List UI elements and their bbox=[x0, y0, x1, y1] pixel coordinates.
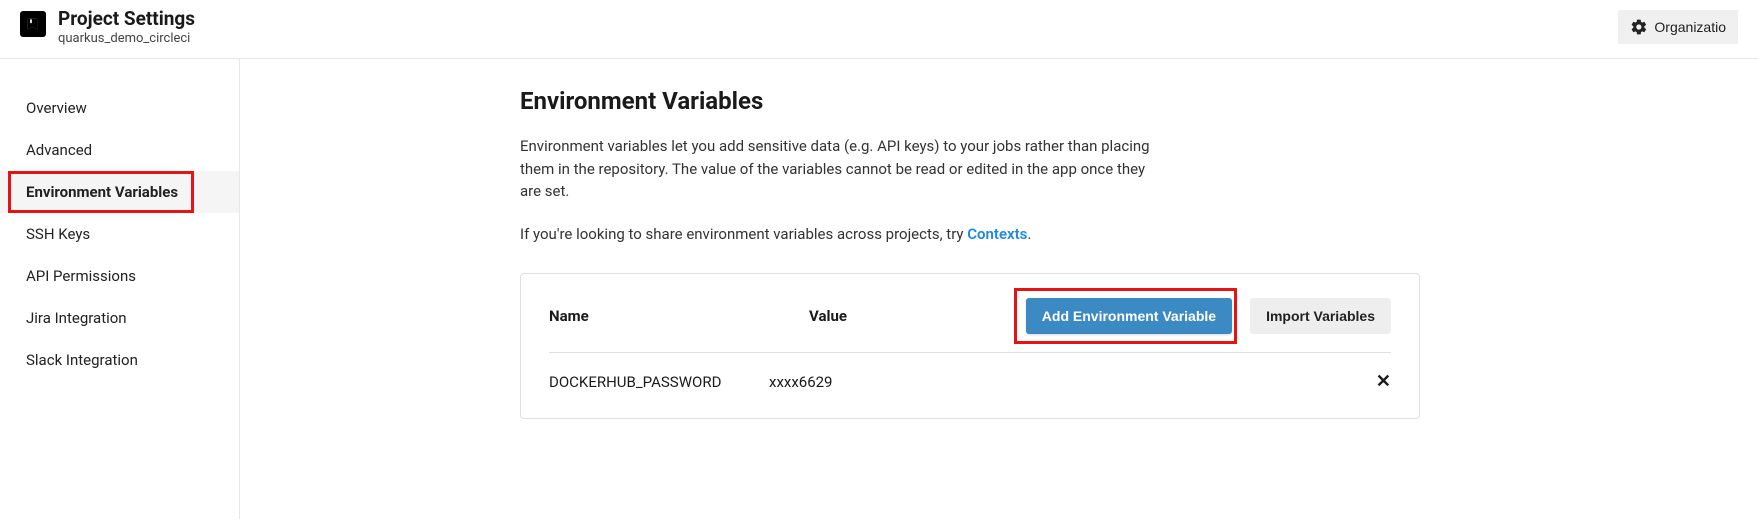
table-row: DOCKERHUB_PASSWORD xxxx6629 ✕ bbox=[549, 353, 1391, 410]
sidebar-item-jira-integration[interactable]: Jira Integration bbox=[0, 297, 239, 339]
share-text-suffix: . bbox=[1027, 225, 1031, 243]
project-icon bbox=[20, 11, 46, 37]
table-header-row: Name Value bbox=[549, 307, 1026, 325]
main-content: Environment Variables Environment variab… bbox=[0, 59, 1758, 519]
sidebar-item-api-permissions[interactable]: API Permissions bbox=[0, 255, 239, 297]
sidebar-item-environment-variables[interactable]: Environment Variables bbox=[0, 171, 239, 213]
env-vars-card: Name Value Add Environment Variable Impo… bbox=[520, 273, 1420, 419]
topbar-left: Project Settings quarkus_demo_circleci bbox=[20, 8, 195, 46]
topbar: Project Settings quarkus_demo_circleci O… bbox=[0, 0, 1758, 59]
organization-settings-button[interactable]: Organizatio bbox=[1618, 10, 1738, 44]
import-variables-button[interactable]: Import Variables bbox=[1250, 298, 1391, 334]
card-actions: Add Environment Variable Import Variable… bbox=[1026, 298, 1391, 334]
close-icon[interactable]: ✕ bbox=[1376, 371, 1391, 392]
sidebar: Overview Advanced Environment Variables … bbox=[0, 59, 240, 519]
page-header-subtitle: quarkus_demo_circleci bbox=[58, 31, 195, 47]
page-title: Environment Variables bbox=[520, 87, 1420, 115]
organization-button-label: Organizatio bbox=[1654, 19, 1726, 35]
column-header-value: Value bbox=[809, 307, 1026, 325]
sidebar-item-slack-integration[interactable]: Slack Integration bbox=[0, 339, 239, 381]
page-header-title: Project Settings bbox=[58, 8, 195, 31]
header-texts: Project Settings quarkus_demo_circleci bbox=[58, 8, 195, 46]
gear-icon bbox=[1630, 18, 1648, 36]
share-contexts-text: If you're looking to share environment v… bbox=[520, 223, 1160, 246]
sidebar-item-advanced[interactable]: Advanced bbox=[0, 129, 239, 171]
env-var-remove: ✕ bbox=[1361, 371, 1391, 392]
layout: Overview Advanced Environment Variables … bbox=[0, 59, 1758, 519]
env-var-name: DOCKERHUB_PASSWORD bbox=[549, 373, 769, 391]
sidebar-item-overview[interactable]: Overview bbox=[0, 87, 239, 129]
description-text: Environment variables let you add sensit… bbox=[520, 135, 1160, 203]
add-environment-variable-button[interactable]: Add Environment Variable bbox=[1026, 298, 1232, 334]
env-var-value: xxxx6629 bbox=[769, 373, 1361, 391]
share-text-prefix: If you're looking to share environment v… bbox=[520, 225, 967, 243]
column-header-name: Name bbox=[549, 307, 769, 325]
card-header: Name Value Add Environment Variable Impo… bbox=[549, 298, 1391, 353]
contexts-link[interactable]: Contexts bbox=[967, 225, 1027, 243]
sidebar-item-ssh-keys[interactable]: SSH Keys bbox=[0, 213, 239, 255]
